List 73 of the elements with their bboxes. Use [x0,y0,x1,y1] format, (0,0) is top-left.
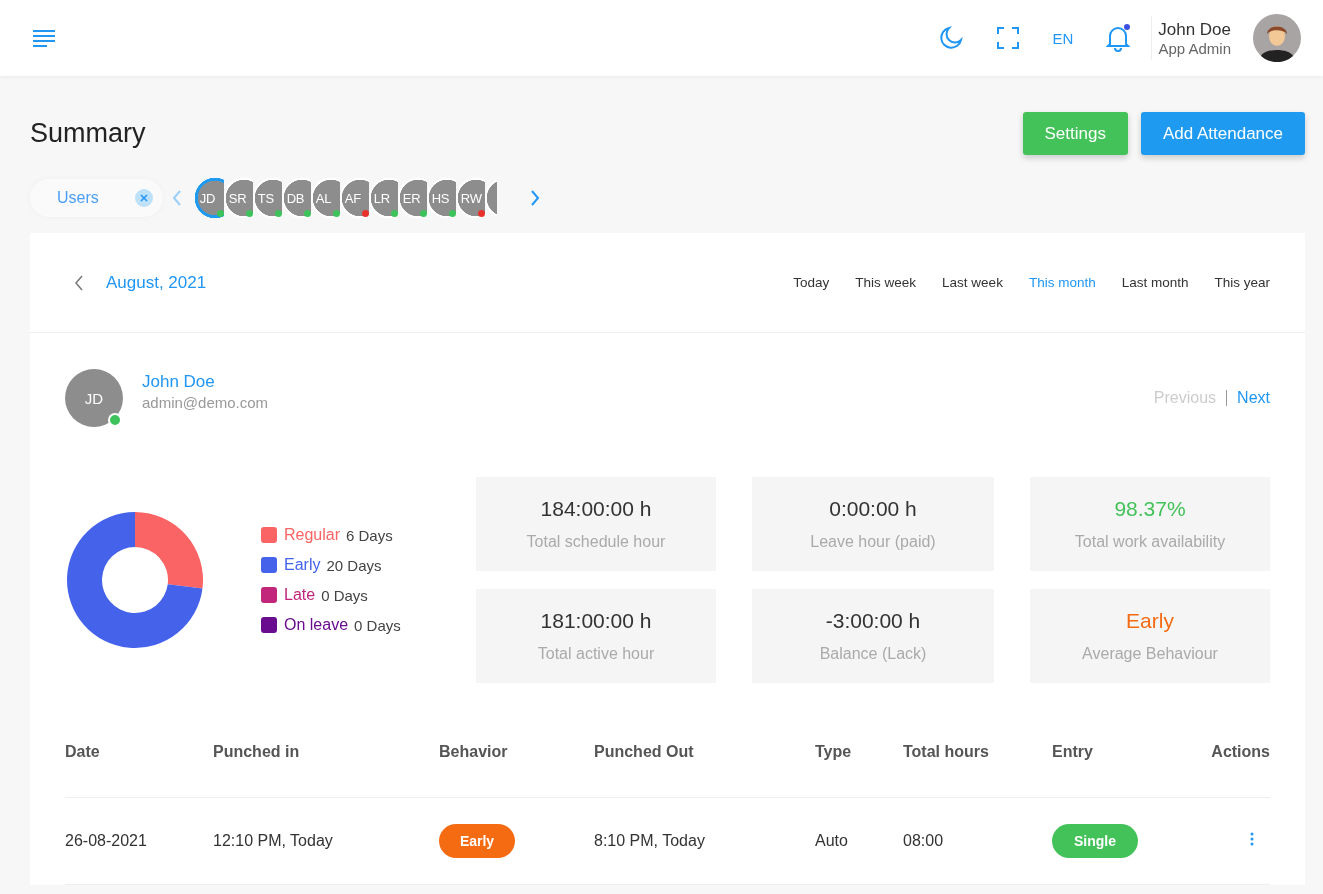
language-selector[interactable]: EN [1052,29,1074,47]
column-header: Behavior [439,743,508,760]
stat-value: 0:00:00 h [829,497,917,521]
column-header: Actions [1211,743,1270,760]
legend-value: 20 Days [326,556,382,574]
stat-label: Total work availability [1074,533,1226,551]
period-tab[interactable]: Today [793,275,830,290]
bell-icon[interactable] [1105,24,1132,52]
period-tab[interactable]: This week [855,275,917,290]
profile-avatar: JD [65,369,123,427]
legend-value: 0 Days [354,616,401,634]
column-header: Entry [1052,743,1093,760]
column-header: Total hours [903,743,989,760]
user-avatar[interactable]: ER [397,178,427,218]
user-avatar[interactable]: SR [223,178,253,218]
legend-value: 0 Days [321,586,368,604]
user-name: John Doe [1158,19,1231,40]
legend-label: On leave [284,616,349,634]
legend-label: Early [284,556,321,574]
add-attendance-button[interactable]: Add Attendance [1140,112,1305,155]
month-label: August, 2021 [106,272,207,293]
page-title: Summary [30,118,146,149]
user-avatar[interactable]: HS [426,178,456,218]
period-tab[interactable]: Last month [1121,275,1189,290]
fullscreen-icon[interactable] [996,26,1021,50]
period-tab[interactable]: Last week [942,275,1003,290]
table-cell: Auto [815,832,848,849]
column-header: Punched in [213,743,300,760]
period-tab[interactable]: This year [1214,275,1270,290]
user-avatar[interactable]: RW [455,178,485,218]
behavior-badge: Early [439,824,515,858]
user-avatar[interactable]: JD [194,178,224,218]
profile-name[interactable]: John Doe [142,371,1154,392]
stat-label: Leave hour (paid) [810,533,936,551]
avatar-icon[interactable] [1253,14,1301,62]
users-filter-chip[interactable]: Users [30,179,163,217]
stat-label: Total schedule hour [526,533,666,551]
stat-value: 181:00:00 h [540,609,652,633]
legend-value: 6 Days [346,526,393,544]
stat-label: Balance (Lack) [819,645,927,663]
stat-label: Total active hour [537,645,655,663]
period-tab[interactable]: This month [1028,275,1096,290]
entry-badge: Single [1052,824,1138,858]
table-cell: 26-08-2021 [65,832,147,849]
column-header: Date [65,743,100,760]
stat-value: 98.37% [1114,497,1186,521]
legend-label: Regular [284,526,341,544]
close-icon[interactable] [134,189,153,207]
filter-label: Users [57,189,99,207]
column-header: Type [815,743,852,760]
user-role: App Admin [1158,39,1231,57]
user-avatar[interactable]: LR [368,178,398,218]
menu-icon[interactable] [32,29,56,47]
settings-button[interactable]: Settings [1022,112,1128,155]
user-avatar[interactable]: AF [339,178,369,218]
stat-value: -3:00:00 h [825,609,921,633]
chevron-right-icon[interactable] [528,189,541,207]
table-cell: 8:10 PM, Today [594,832,705,849]
more-options-icon[interactable] [1250,832,1254,846]
table-cell: 12:10 PM, Today [213,832,333,849]
chevron-left-icon[interactable] [74,274,84,291]
user-avatar[interactable]: DB [281,178,311,218]
user-avatar[interactable]: TS [252,178,282,218]
stat-label: Average Behaviour [1082,645,1218,663]
next-link[interactable]: Next [1237,389,1270,407]
stat-value: Early [1126,609,1174,633]
table-cell: 08:00 [903,832,944,849]
user-avatar[interactable]: AL [310,178,340,218]
legend-label: Late [284,586,316,604]
profile-email: admin@demo.com [142,393,270,411]
column-header: Punched Out [594,743,694,760]
stat-value: 184:00:00 h [540,497,652,521]
moon-icon[interactable] [938,25,965,51]
